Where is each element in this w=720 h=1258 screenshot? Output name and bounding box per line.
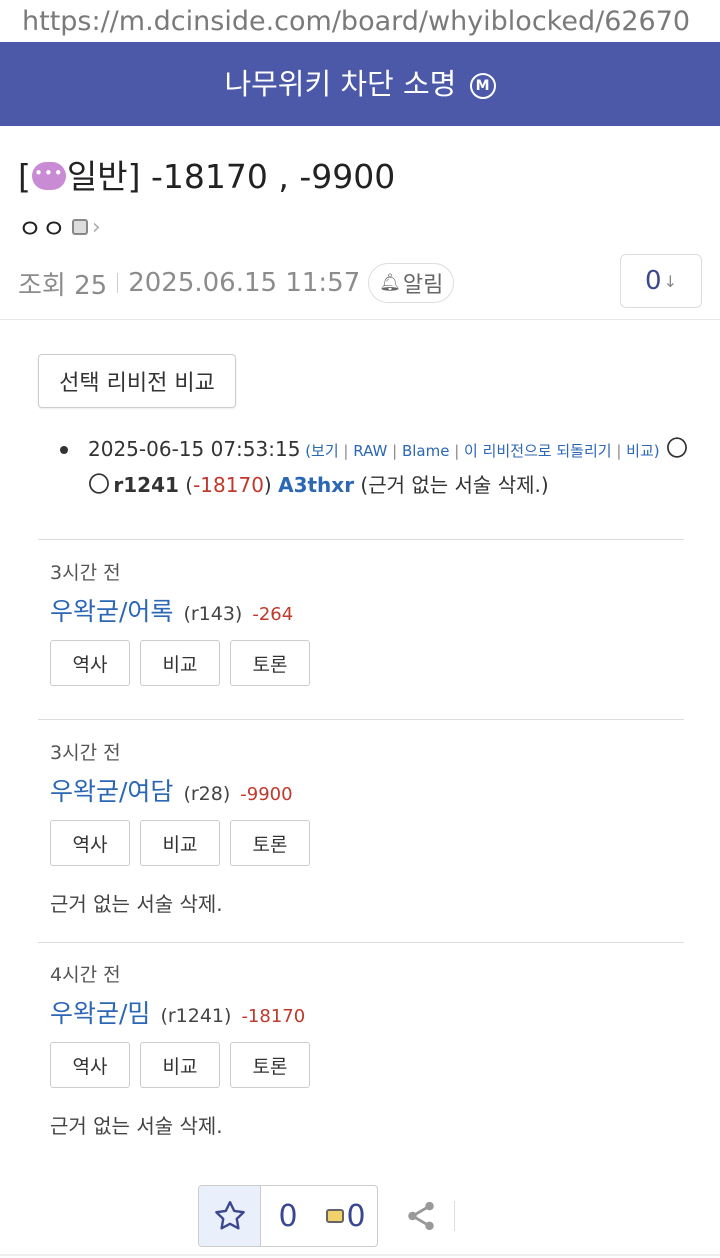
title-category: 일반] <box>66 157 141 196</box>
view-count: 조회 25 <box>18 270 108 301</box>
recommend-box: 0 0 <box>198 1185 378 1247</box>
feed-diff: -264 <box>252 604 294 625</box>
document-link[interactable]: 우왁굳/여담 <box>50 772 173 808</box>
meta-separator <box>117 273 119 293</box>
post-datetime: 2025.06.15 11:57 <box>128 268 361 298</box>
feed-time: 4시간 전 <box>50 964 121 986</box>
raw-link[interactable]: RAW <box>353 442 387 460</box>
divider <box>38 942 684 943</box>
feed-time: 3시간 전 <box>50 562 121 584</box>
revert-link[interactable]: 이 리비전으로 되돌리기 <box>464 442 612 460</box>
feed-buttons: 역사 비교 토론 <box>50 640 690 686</box>
revision-number: r1241 <box>113 473 179 497</box>
feed-revision: (r28) <box>183 783 231 805</box>
separator <box>454 1201 455 1231</box>
feed-buttons: 역사 비교 토론 <box>50 1042 690 1088</box>
alarm-button[interactable]: 🔔︎ 알림 <box>368 263 455 303</box>
bell-icon: 🔔︎ <box>379 273 401 293</box>
revision-summary: (근거 없는 서술 삭제.) <box>354 473 549 497</box>
pipe: | <box>387 442 402 460</box>
url-bar[interactable]: https://m.dcinside.com/board/whyiblocked… <box>0 0 720 42</box>
revision-timestamp: 2025-06-15 07:53:15 <box>88 437 301 461</box>
feed-revision: (r1241) <box>160 1005 232 1027</box>
revision-links: (보기 | RAW | Blame | 이 리비전으로 되돌리기 | 비교) <box>300 442 659 460</box>
post-meta: 조회 25 2025.06.15 11:57 🔔︎ 알림 0 ↓ <box>18 254 702 308</box>
title-text: -18170 , -9900 <box>140 157 396 196</box>
feed-title-row: 우왁굳/여담 (r28) -9900 <box>50 772 690 812</box>
list-item: 4시간 전 우왁굳/밈 (r1241) -18170 역사 비교 토론 근거 없… <box>50 960 690 1139</box>
star-icon <box>214 1201 245 1230</box>
revision-diff: -18170 <box>193 473 264 497</box>
comment-count: 0 <box>645 266 662 296</box>
feed-title-row: 우왁굳/어록 (r143) -264 <box>50 592 690 632</box>
feed-revision: (r143) <box>183 603 243 625</box>
discussion-button[interactable]: 토론 <box>230 820 310 866</box>
list-item: 3시간 전 우왁굳/여담 (r28) -9900 역사 비교 토론 근거 없는 … <box>50 738 690 917</box>
compare-link[interactable]: 비교 <box>626 442 654 460</box>
history-button[interactable]: 역사 <box>50 1042 130 1088</box>
divider <box>38 539 684 540</box>
compare-button[interactable]: 비교 <box>140 1042 220 1088</box>
paren-close: ) <box>653 442 660 460</box>
author-row[interactable]: ㅇㅇ › <box>18 209 101 246</box>
chat-emoji-icon <box>31 162 66 190</box>
fix-icon <box>326 1209 345 1223</box>
document-link[interactable]: 우왁굳/어록 <box>50 592 173 628</box>
gallery-title: 나무위키 차단 소명 <box>224 67 457 101</box>
diff-close: ) <box>263 473 272 497</box>
revision-user-link[interactable]: A3thxr <box>278 473 354 497</box>
chevron-right-icon: › <box>91 214 101 240</box>
compare-button[interactable]: 비교 <box>140 820 220 866</box>
url-text: https://m.dcinside.com/board/whyiblocked… <box>22 6 691 37</box>
view-link[interactable]: 보기 <box>311 442 339 460</box>
divider <box>0 1254 720 1256</box>
pipe: | <box>338 442 354 460</box>
gallery-header[interactable]: 나무위키 차단 소명 M <box>0 42 720 126</box>
title-bracket: [ <box>18 157 31 196</box>
feed-time: 3시간 전 <box>50 742 121 764</box>
pipe: | <box>449 442 465 460</box>
divider <box>38 719 684 720</box>
author-badge-icon <box>71 219 88 235</box>
divider <box>0 319 720 320</box>
bullet <box>60 446 68 454</box>
recommend-button[interactable] <box>199 1186 261 1246</box>
minor-gallery-badge-icon: M <box>469 73 496 99</box>
revision-item: 2025-06-15 07:53:15 (보기 | RAW | Blame | … <box>60 432 688 503</box>
feed-buttons: 역사 비교 토론 <box>50 820 690 866</box>
recommend-count: 0 <box>278 1198 298 1234</box>
document-link[interactable]: 우왁굳/밈 <box>50 994 150 1030</box>
discussion-button[interactable]: 토론 <box>230 640 310 686</box>
list-item: 3시간 전 우왁굳/어록 (r143) -264 역사 비교 토론 <box>50 558 690 686</box>
feed-diff: -9900 <box>240 784 293 805</box>
edit-summary: 근거 없는 서술 삭제. <box>50 892 223 916</box>
feed-diff: -18170 <box>241 1006 306 1027</box>
author-name[interactable]: ㅇㅇ <box>18 209 66 246</box>
blame-link[interactable]: Blame <box>402 442 450 460</box>
compare-button[interactable]: 비교 <box>140 640 220 686</box>
comment-count-button[interactable]: 0 ↓ <box>620 254 702 308</box>
history-button[interactable]: 역사 <box>50 820 130 866</box>
feed-title-row: 우왁굳/밈 (r1241) -18170 <box>50 994 690 1034</box>
paren-open: ( <box>300 442 312 460</box>
alarm-label: 알림 <box>402 273 444 298</box>
down-arrow-icon: ↓ <box>663 271 677 291</box>
diff-open: ( <box>178 473 194 497</box>
history-button[interactable]: 역사 <box>50 640 130 686</box>
discussion-button[interactable]: 토론 <box>230 1042 310 1088</box>
post-title: [ 일반] -18170 , -9900 <box>18 150 395 198</box>
recommend-bar: 0 0 <box>198 1184 455 1248</box>
fix-count: 0 <box>346 1198 366 1234</box>
compare-revisions-button[interactable]: 선택 리비전 비교 <box>38 354 236 408</box>
pipe: | <box>611 442 627 460</box>
edit-summary: 근거 없는 서술 삭제. <box>50 1114 223 1138</box>
share-icon[interactable] <box>404 1199 438 1233</box>
fix-recommend-button[interactable]: 0 <box>315 1186 377 1246</box>
